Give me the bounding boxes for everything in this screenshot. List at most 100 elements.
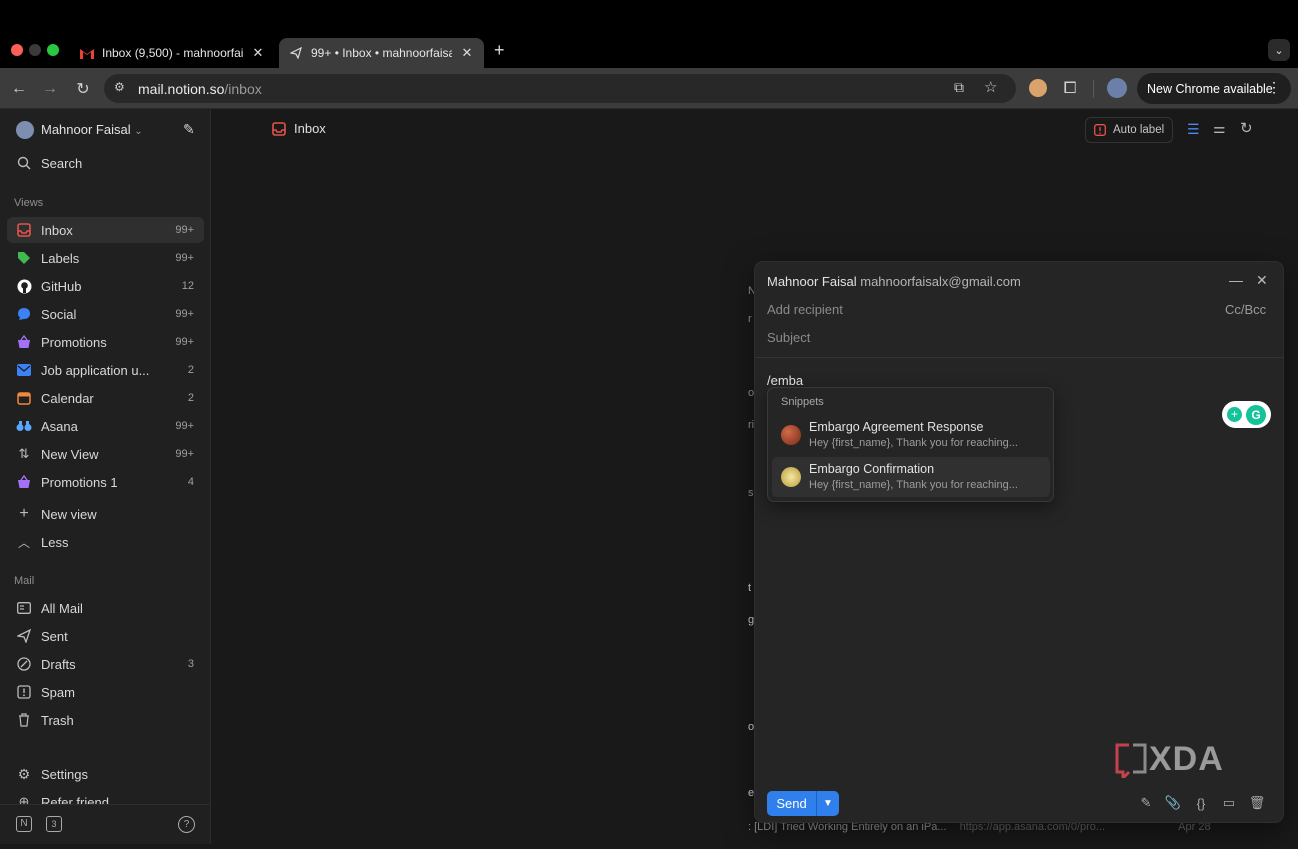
- install-app-icon[interactable]: ⧉: [954, 79, 964, 96]
- grammarly-logo-icon[interactable]: G: [1246, 404, 1266, 425]
- sidebar-item-count: 99+: [175, 252, 194, 264]
- delete-draft-icon[interactable]: 🗑: [1248, 794, 1266, 812]
- snippet-title: Embargo Agreement Response: [809, 420, 984, 434]
- basket-icon: [15, 333, 33, 351]
- snippet-item[interactable]: Embargo Confirmation Hey {first_name}, T…: [772, 457, 1050, 497]
- snippet-title: Embargo Confirmation: [809, 462, 935, 476]
- notion-icon[interactable]: N: [16, 816, 32, 832]
- extension-avatar-icon[interactable]: [1029, 79, 1047, 97]
- close-tab-icon[interactable]: ✕: [251, 45, 265, 61]
- attachment-icon[interactable]: 📎: [1164, 794, 1182, 812]
- snippet-preview: Hey {first_name}, Thank you for reaching…: [809, 479, 1018, 491]
- reload-icon[interactable]: ↻: [72, 78, 94, 100]
- address-bar[interactable]: ⚙ mail.notion.so/inbox ⧉ ☆: [104, 74, 1016, 103]
- mail-heading: Mail: [14, 575, 35, 587]
- sidebar-item-count: 3: [187, 658, 194, 670]
- from-field[interactable]: Mahnoor Faisal mahnoorfaisalx@gmail.com: [767, 274, 1021, 289]
- sidebar-item-drafts[interactable]: Drafts 3: [7, 651, 204, 677]
- sidebar-item-label: Social: [41, 306, 77, 322]
- less-label: Less: [41, 534, 69, 550]
- sidebar-item-all-mail[interactable]: All Mail: [7, 595, 204, 621]
- account-avatar[interactable]: [16, 121, 34, 139]
- email-preview: https://app.asana.com/0/pro...: [959, 821, 1106, 833]
- sent-icon: [15, 627, 33, 645]
- sidebar-item-settings[interactable]: ⚙ Settings: [7, 761, 204, 787]
- ai-write-icon[interactable]: ✎: [1137, 794, 1155, 812]
- chevron-up-icon: ︿: [17, 535, 30, 550]
- sidebar-item-promotions-1[interactable]: Promotions 1 4: [7, 469, 204, 495]
- recipient-input[interactable]: Add recipient: [767, 302, 1167, 317]
- help-icon[interactable]: ?: [178, 816, 195, 833]
- maximize-window-button[interactable]: [47, 44, 59, 56]
- new-chrome-available-button[interactable]: New Chrome available ⋮: [1137, 73, 1291, 104]
- grammarly-widget[interactable]: + G: [1222, 401, 1271, 428]
- sidebar-item-count: 99+: [175, 224, 194, 236]
- minimize-compose-icon[interactable]: —: [1229, 272, 1243, 288]
- profile-avatar[interactable]: [1107, 78, 1127, 98]
- auto-label-button[interactable]: Auto label: [1085, 117, 1173, 143]
- close-window-button[interactable]: [11, 44, 23, 56]
- more-vert-icon[interactable]: ⋮: [1267, 79, 1281, 96]
- sidebar-item-spam[interactable]: Spam: [7, 679, 204, 705]
- compose-icon[interactable]: ✎: [183, 121, 195, 138]
- sidebar-item-labels[interactable]: Labels 99+: [7, 245, 204, 271]
- send-options-chevron-icon[interactable]: ▼: [817, 791, 839, 816]
- account-switcher[interactable]: Mahnoor Faisal ⌄: [41, 122, 143, 137]
- tag-icon: [15, 249, 33, 267]
- sidebar-item-inbox[interactable]: Inbox 99+: [7, 217, 204, 243]
- binoculars-icon: [15, 417, 33, 435]
- filter-icon[interactable]: ☰: [1187, 121, 1200, 138]
- all-mail-icon: [15, 599, 33, 617]
- sidebar-item-trash[interactable]: Trash: [7, 707, 204, 733]
- xda-watermark: XDA: [1115, 740, 1224, 779]
- basket-icon: [15, 473, 33, 491]
- from-name: Mahnoor Faisal: [767, 274, 857, 289]
- cc-bcc-toggle[interactable]: Cc/Bcc: [1225, 302, 1266, 317]
- snippet-item[interactable]: Embargo Agreement Response Hey {first_na…: [772, 415, 1050, 455]
- sidebar-item-count: 99+: [175, 420, 194, 432]
- email-row-partial[interactable]: : [LDI] Tried Working Entirely on an iPa…: [748, 821, 1211, 833]
- forward-arrow-icon[interactable]: →: [39, 78, 61, 100]
- chevron-down-icon: ⌄: [134, 126, 143, 137]
- add-new-view-button[interactable]: + New view: [7, 501, 204, 527]
- subject-input[interactable]: Subject: [767, 330, 1167, 345]
- browser-tab-notion-mail[interactable]: 99+ • Inbox • mahnoorfaisalx@gmail.com ✕: [279, 38, 484, 68]
- snippet-avatar-icon: [781, 467, 801, 487]
- close-tab-icon[interactable]: ✕: [460, 45, 474, 61]
- new-tab-icon[interactable]: +: [494, 40, 505, 61]
- snippets-dropdown: Snippets Embargo Agreement Response Hey …: [767, 387, 1054, 502]
- sidebar-item-promotions[interactable]: Promotions 99+: [7, 329, 204, 355]
- bookmark-star-icon[interactable]: ☆: [984, 78, 997, 96]
- back-arrow-icon[interactable]: ←: [8, 78, 30, 100]
- refresh-icon[interactable]: ↻: [1240, 119, 1253, 137]
- sidebar: Mahnoor Faisal ⌄ ✎ Search Views Inbox 99…: [0, 109, 211, 844]
- sidebar-item-github[interactable]: GitHub 12: [7, 273, 204, 299]
- send-button[interactable]: Send: [767, 791, 817, 816]
- calendar-app-icon[interactable]: 3: [46, 816, 62, 832]
- sidebar-item-asana[interactable]: Asana 99+: [7, 413, 204, 439]
- tab-search-chevron-icon[interactable]: ⌄: [1268, 39, 1290, 61]
- paper-plane-icon: [289, 46, 303, 60]
- sidebar-item-social[interactable]: Social 99+: [7, 301, 204, 327]
- minimize-window-button[interactable]: [29, 44, 41, 56]
- close-compose-icon[interactable]: ✕: [1256, 272, 1268, 289]
- template-icon[interactable]: ▭: [1220, 794, 1238, 812]
- sidebar-item-label: Sent: [41, 628, 68, 644]
- extensions-puzzle-icon[interactable]: ⧠: [1059, 78, 1081, 100]
- show-less-button[interactable]: ︿ Less: [7, 529, 204, 555]
- url-path: /inbox: [224, 81, 262, 97]
- grammarly-plus-icon[interactable]: +: [1227, 407, 1242, 422]
- sidebar-item-new-view[interactable]: ⇅ New View 99+: [7, 441, 204, 467]
- browser-tab-gmail[interactable]: Inbox (9,500) - mahnoorfaisalx@gmail.com…: [70, 38, 275, 68]
- compose-divider: [755, 357, 1283, 358]
- sidebar-item-job-application[interactable]: Job application u... 2: [7, 357, 204, 383]
- page-title: Inbox: [272, 121, 326, 136]
- message-body[interactable]: /emba: [767, 373, 803, 388]
- sliders-icon[interactable]: ⚌: [1213, 120, 1226, 137]
- sidebar-item-calendar[interactable]: Calendar 2: [7, 385, 204, 411]
- variables-braces-icon[interactable]: {}: [1192, 794, 1210, 812]
- sidebar-search[interactable]: Search: [7, 150, 204, 176]
- site-info-icon[interactable]: ⚙: [114, 80, 125, 94]
- sidebar-item-sent[interactable]: Sent: [7, 623, 204, 649]
- list-fragment: t: [748, 582, 752, 594]
